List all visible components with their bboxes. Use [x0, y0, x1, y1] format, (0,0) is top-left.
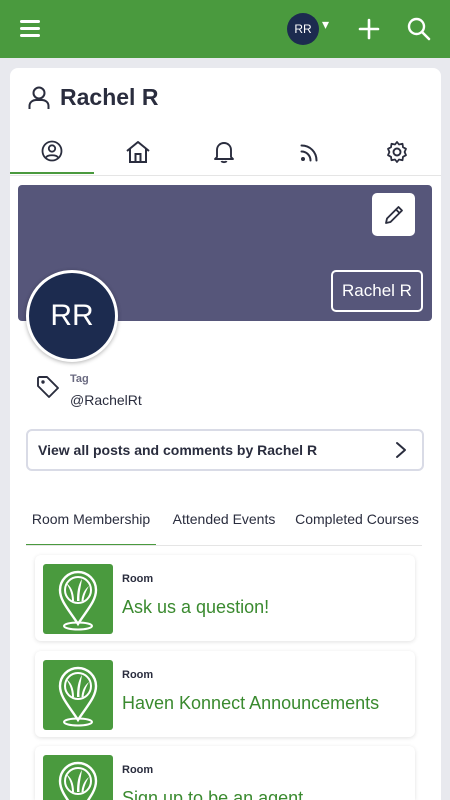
user-avatar-button[interactable]: RR — [287, 13, 319, 45]
subtab-room-membership[interactable]: Room Membership — [26, 494, 156, 546]
profile-tabs — [10, 130, 441, 176]
tab-profile[interactable] — [10, 130, 94, 174]
chevron-right-icon — [396, 442, 406, 458]
plus-icon[interactable] — [358, 15, 380, 43]
caret-down-icon[interactable]: ▾ — [322, 16, 329, 33]
room-card[interactable]: Room Ask us a question! — [35, 555, 415, 641]
tab-home[interactable] — [96, 130, 180, 174]
room-name-link[interactable]: Ask us a question! — [122, 597, 269, 618]
banner-name-button[interactable]: Rachel R — [331, 270, 423, 312]
profile-avatar[interactable]: RR — [26, 270, 118, 362]
room-map-pin-icon — [43, 755, 113, 800]
search-icon[interactable] — [406, 16, 432, 42]
user-icon — [28, 86, 50, 109]
edit-banner-button[interactable] — [372, 193, 415, 236]
profile-name: Rachel R — [60, 84, 159, 110]
room-type-label: Room — [122, 764, 154, 776]
room-name-link[interactable]: Haven Konnect Announcements — [122, 693, 379, 714]
tab-settings[interactable] — [355, 130, 439, 174]
tag-label: Tag — [70, 373, 89, 385]
user-circle-icon — [41, 140, 63, 162]
subtab-attended-events[interactable]: Attended Events — [158, 494, 290, 544]
tag-value: @RachelRt — [70, 392, 142, 408]
menu-icon[interactable] — [20, 20, 40, 38]
room-type-label: Room — [122, 573, 154, 585]
top-bar: RR ▾ — [0, 0, 450, 58]
room-card[interactable]: Room Sign up to be an agent — [35, 746, 415, 800]
subtabs-divider — [26, 545, 422, 546]
rss-feed-icon — [300, 144, 318, 162]
profile-header: Rachel R — [28, 84, 158, 111]
gear-icon — [387, 141, 407, 163]
room-map-pin-icon — [43, 660, 113, 730]
view-all-posts-button[interactable]: View all posts and comments by Rachel R — [26, 429, 424, 471]
tabs-divider — [10, 175, 441, 176]
bell-icon — [214, 142, 234, 164]
pencil-icon — [384, 205, 403, 224]
profile-subtabs: Room Membership Attended Events Complete… — [26, 494, 422, 546]
room-map-pin-icon — [43, 564, 113, 634]
room-name-link[interactable]: Sign up to be an agent — [122, 788, 303, 800]
view-all-posts-label: View all posts and comments by Rachel R — [38, 442, 318, 458]
room-type-label: Room — [122, 669, 154, 681]
subtab-completed-courses[interactable]: Completed Courses — [292, 494, 422, 544]
room-card[interactable]: Room Haven Konnect Announcements — [35, 651, 415, 737]
tab-notifications[interactable] — [182, 130, 266, 174]
tab-feed[interactable] — [268, 130, 352, 174]
home-icon — [126, 141, 150, 163]
tag-icon — [37, 376, 59, 398]
